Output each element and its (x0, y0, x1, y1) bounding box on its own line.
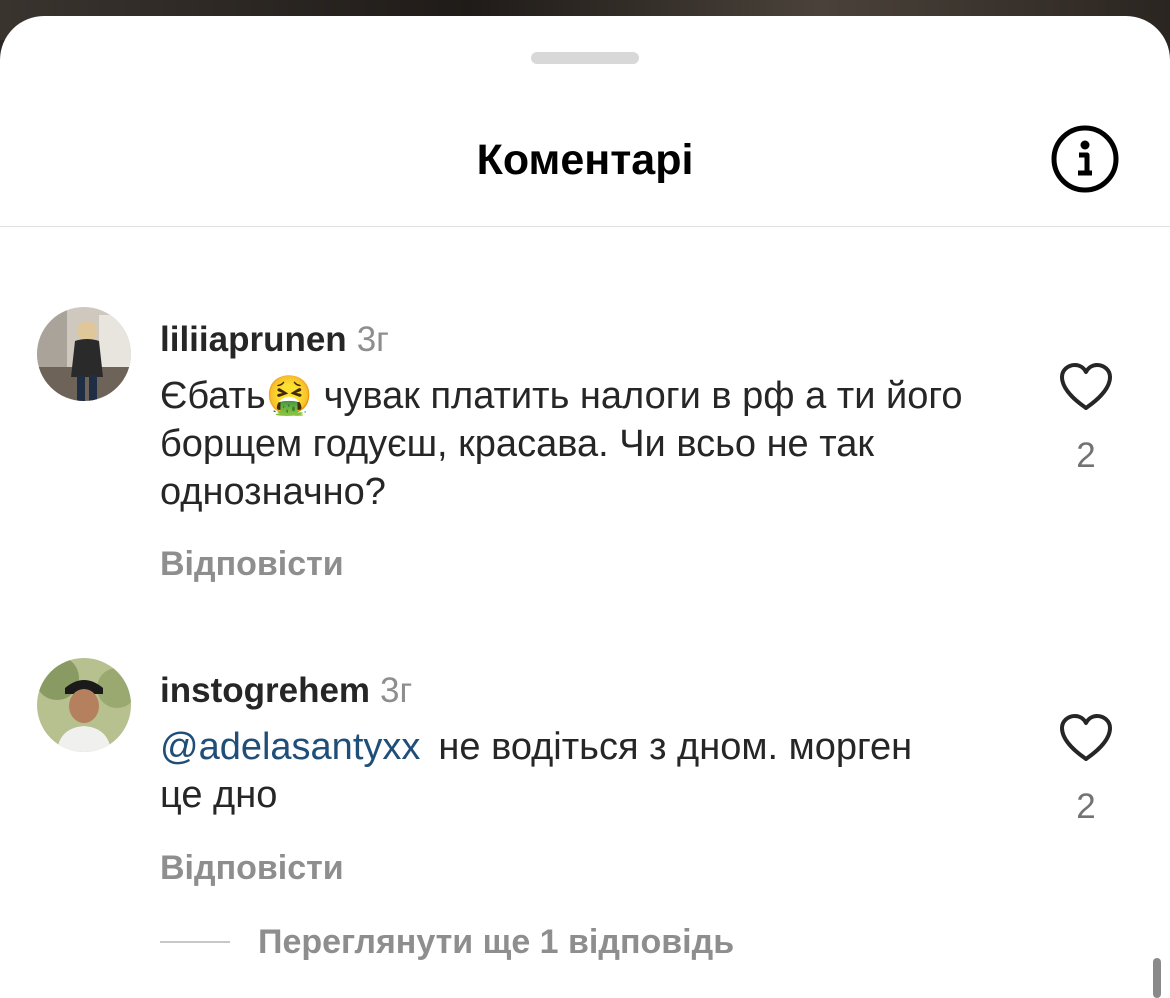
scrollbar[interactable] (1153, 958, 1161, 998)
avatar[interactable] (37, 658, 131, 752)
mention-link[interactable]: @adelasantyxx (160, 726, 420, 768)
view-more-replies-label: Переглянути ще 1 відповідь (258, 922, 735, 961)
comment-body: instogrehem 3г @adelasantyxx не водіться з… (160, 671, 1020, 819)
comments-sheet: Коментарі liliiaprunen 3г Єбать🤮 чувак п… (0, 16, 1170, 998)
heart-outline-icon[interactable] (1058, 362, 1114, 412)
comment-username[interactable]: instogrehem (160, 671, 370, 710)
comment-time: 3г (356, 320, 389, 359)
comment-body: liliiaprunen 3г Єбать🤮 чувак платить нало… (160, 320, 1020, 516)
comment-text: Єбать🤮 чувак платить налоги в рф а ти йо… (160, 372, 1000, 516)
like-count: 2 (1076, 787, 1096, 826)
avatar[interactable] (37, 307, 131, 401)
comment-text: @adelasantyxx не водіться з дном. морген … (160, 723, 920, 819)
sheet-header: Коментарі (0, 86, 1170, 227)
like-count: 2 (1076, 436, 1096, 475)
view-more-replies-button[interactable]: Переглянути ще 1 відповідь (160, 922, 734, 962)
heart-outline-icon[interactable] (1058, 713, 1114, 763)
info-icon[interactable] (1050, 124, 1120, 194)
reply-button[interactable]: Відповісти (160, 849, 344, 888)
sheet-title: Коментарі (476, 136, 694, 184)
divider-line (160, 941, 230, 943)
vomit-emoji: 🤮 (265, 375, 314, 417)
comment-meta: instogrehem 3г (160, 671, 1020, 711)
comment-time: 3г (380, 671, 413, 710)
comment-username[interactable]: liliiaprunen (160, 320, 347, 359)
sheet-grabber-handle[interactable] (531, 52, 639, 64)
comment-text-start: Єбать (160, 375, 266, 417)
comment-meta: liliiaprunen 3г (160, 320, 1020, 360)
reply-button[interactable]: Відповісти (160, 545, 344, 584)
